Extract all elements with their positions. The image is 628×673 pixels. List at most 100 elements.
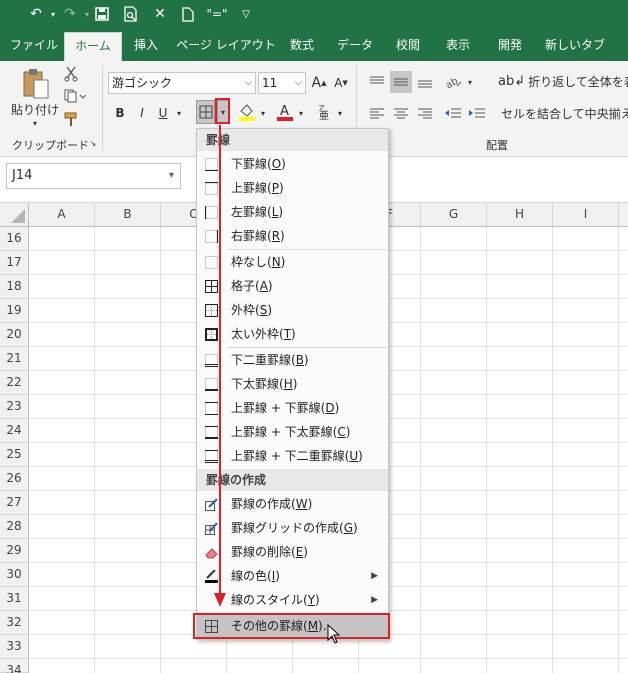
menu-item-tail: ) (291, 327, 296, 341)
equals-button[interactable]: "=" (205, 4, 229, 24)
gridline (420, 227, 421, 673)
row-header[interactable]: 34 (0, 659, 29, 673)
row-header[interactable]: 23 (0, 395, 29, 419)
new-document-icon[interactable] (178, 4, 198, 24)
phonetic-icon[interactable]: ア亜 (314, 101, 334, 123)
underline-button[interactable]: U (155, 103, 171, 123)
menu-item-key: A (259, 279, 268, 293)
gridline (94, 227, 95, 673)
increase-indent-icon[interactable] (466, 103, 488, 125)
orientation-dropdown-icon[interactable]: ▾ (466, 76, 474, 88)
merge-center-button[interactable]: セルを結合して中央揃え (498, 102, 628, 124)
row-header[interactable]: 27 (0, 491, 29, 515)
tab-home[interactable]: ホーム (64, 32, 122, 61)
alignment-group-label: 配置 (486, 139, 508, 152)
column-header[interactable]: I (553, 203, 619, 227)
format-painter-icon[interactable] (62, 110, 80, 128)
align-center-icon[interactable] (390, 103, 412, 125)
decrease-indent-icon[interactable] (442, 103, 464, 125)
paste-dropdown-icon[interactable]: ▾ (30, 118, 40, 128)
menu-item-tail: ) (267, 279, 273, 293)
font-color-dropdown-icon[interactable]: ▾ (297, 106, 305, 120)
chevron-down-icon[interactable]: ▾ (169, 164, 174, 188)
grow-font-button[interactable]: A ▲ (310, 73, 328, 93)
save-icon[interactable] (92, 4, 112, 24)
row-header[interactable]: 29 (0, 539, 29, 563)
row-header[interactable]: 25 (0, 443, 29, 467)
row-header[interactable]: 21 (0, 347, 29, 371)
tab-insert[interactable]: 挿入 (126, 32, 166, 61)
tab-formulas[interactable]: 数式 (280, 32, 324, 61)
tab-page-layout[interactable]: ページ レイアウト (176, 32, 276, 61)
tab-view[interactable]: 表示 (438, 32, 478, 61)
tab-review[interactable]: 校閲 (388, 32, 428, 61)
column-header[interactable]: H (487, 203, 553, 227)
underline-dropdown-icon[interactable]: ▾ (174, 106, 184, 120)
print-preview-icon[interactable] (121, 4, 141, 24)
redo-dropdown-icon[interactable]: ▾ (82, 4, 92, 24)
tab-file[interactable]: ファイル (8, 32, 60, 61)
copy-icon[interactable] (62, 87, 88, 105)
row-header[interactable]: 28 (0, 515, 29, 539)
font-size-value: 11 (262, 76, 278, 90)
wrap-text-button[interactable]: ab↲ 折り返して全体を表示す (498, 70, 628, 92)
tab-developer[interactable]: 開発 (488, 32, 532, 61)
align-left-icon[interactable] (366, 103, 388, 125)
font-size-combo[interactable]: 11 ⌵ (258, 72, 306, 94)
row-header[interactable]: 31 (0, 587, 29, 611)
cut-icon[interactable] (62, 65, 80, 83)
column-header[interactable]: G (421, 203, 487, 227)
paste-button[interactable]: 貼り付け (10, 101, 60, 117)
name-box[interactable]: J14 ▾ (6, 163, 181, 189)
row-header[interactable]: 33 (0, 635, 29, 659)
menu-item-label: 下二重罫線( (231, 353, 296, 367)
undo-icon[interactable]: ↶ (26, 4, 46, 24)
row-header[interactable]: 19 (0, 299, 29, 323)
row-header[interactable]: 26 (0, 467, 29, 491)
clipboard-group-label: クリップボード (12, 139, 89, 152)
align-middle-icon[interactable] (390, 71, 412, 93)
row-header[interactable]: 32 (0, 611, 29, 635)
row-header[interactable]: 24 (0, 419, 29, 443)
orientation-icon[interactable]: ab (442, 71, 466, 93)
align-bottom-icon[interactable] (414, 71, 436, 93)
tab-new[interactable]: 新しいタブ (540, 32, 610, 61)
undo-dropdown-icon[interactable]: ▾ (48, 4, 58, 24)
font-color-icon[interactable]: A (274, 101, 296, 123)
row-header[interactable]: 22 (0, 371, 29, 395)
wrap-text-icon: ab↲ (498, 73, 526, 89)
borders-button[interactable] (196, 100, 215, 124)
row-header[interactable]: 16 (0, 227, 29, 251)
bold-button[interactable]: B (112, 103, 128, 123)
clipboard-launcher-icon[interactable]: ↘ (88, 138, 98, 148)
align-right-icon[interactable] (414, 103, 436, 125)
customize-qat-icon[interactable]: ▽ (238, 4, 254, 24)
column-header[interactable]: B (95, 203, 161, 227)
paste-icon[interactable] (16, 67, 56, 103)
menu-item-label: 上罫線( (231, 181, 272, 195)
tab-data[interactable]: データ (330, 32, 380, 61)
menu-item-tail: ) (358, 449, 363, 463)
select-all-button[interactable] (0, 203, 29, 227)
redo-icon[interactable]: ↷ (60, 4, 80, 24)
menu-item-label: 枠なし( (231, 255, 272, 269)
row-header[interactable]: 18 (0, 275, 29, 299)
italic-button[interactable]: I (134, 103, 150, 123)
fill-color-icon[interactable] (236, 101, 258, 123)
row-header[interactable]: 30 (0, 563, 29, 587)
shrink-font-button[interactable]: A ▼ (332, 73, 350, 93)
phonetic-dropdown-icon[interactable]: ▾ (336, 106, 344, 120)
fill-color-dropdown-icon[interactable]: ▾ (259, 106, 267, 120)
chevron-down-icon[interactable]: ⌵ (294, 73, 302, 93)
column-header[interactable]: A (29, 203, 95, 227)
menu-item-tail: ) (315, 593, 320, 607)
row-header[interactable]: 20 (0, 323, 29, 347)
row-header[interactable]: 17 (0, 251, 29, 275)
chevron-down-icon[interactable]: ⌵ (244, 73, 252, 93)
align-top-icon[interactable] (366, 71, 388, 93)
close-icon[interactable]: ✕ (150, 4, 170, 24)
menu-item-tail: ) (334, 401, 340, 415)
column-header[interactable] (619, 203, 628, 227)
font-name-combo[interactable]: 游ゴシック ⌵ (108, 72, 256, 94)
title-bar: ↶ ▾ ↷ ▾ ✕ "=" ▽ (0, 0, 628, 28)
